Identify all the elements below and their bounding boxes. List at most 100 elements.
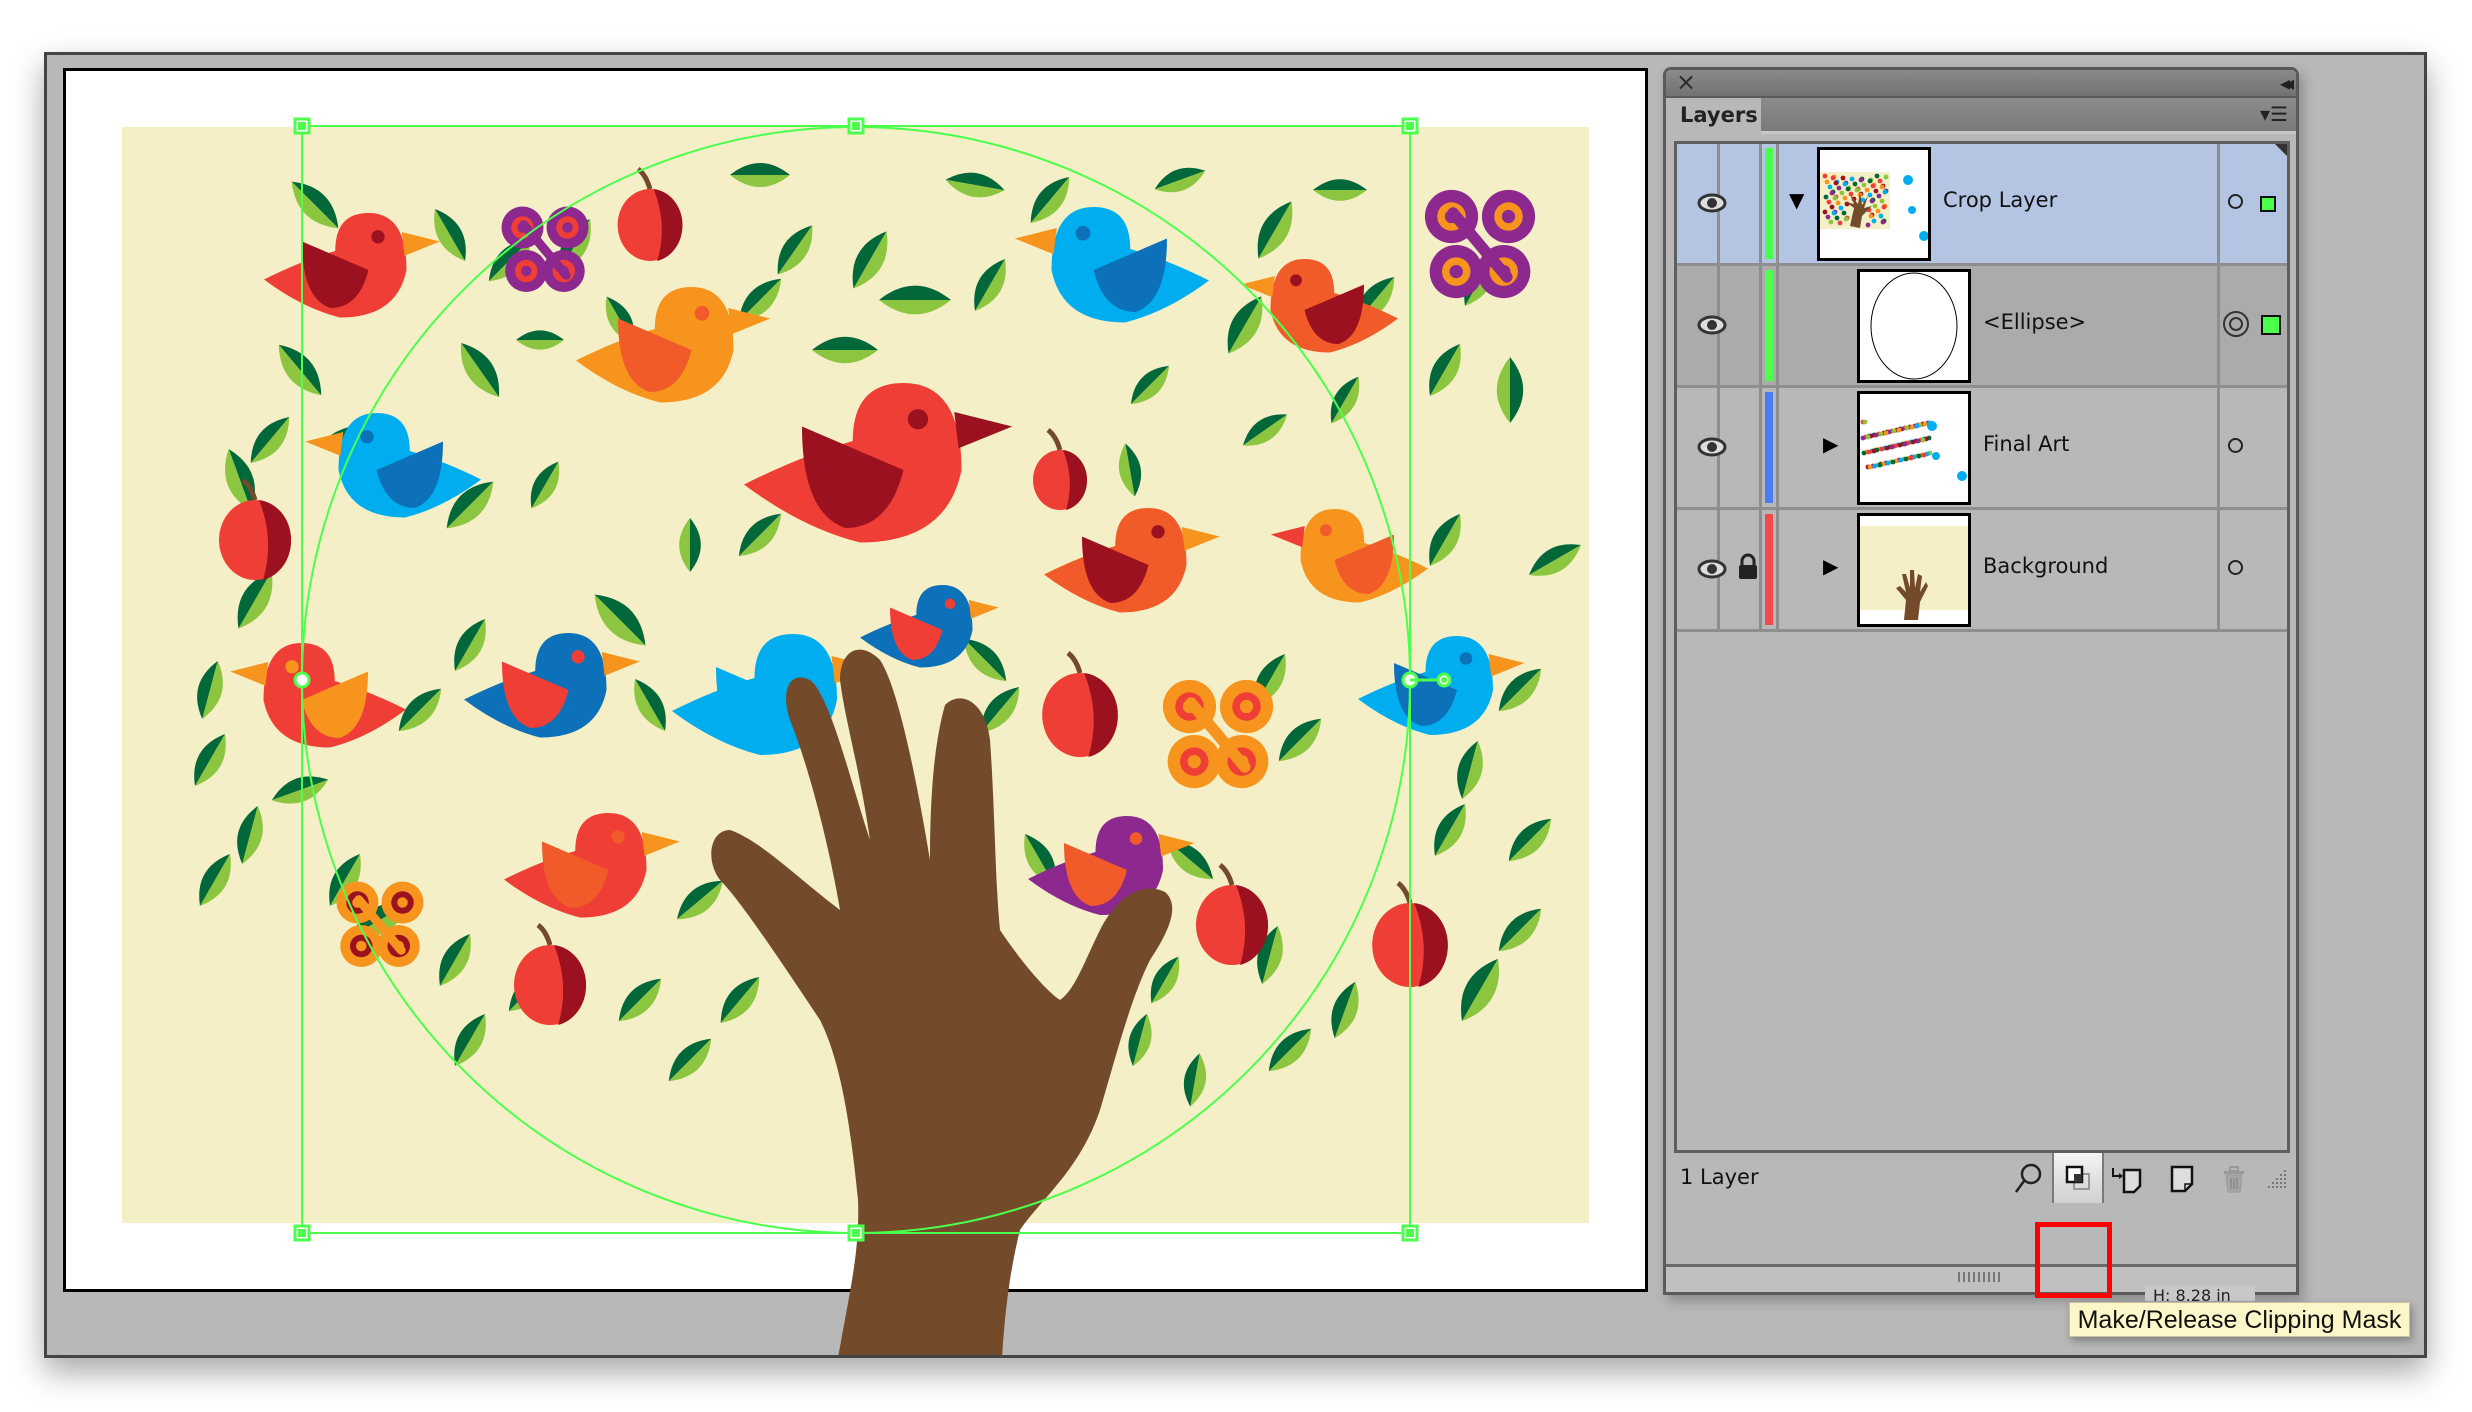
- layer-row-ellipse[interactable]: <Ellipse>: [1677, 266, 2287, 388]
- layer-row-background[interactable]: ▶ Background: [1677, 510, 2287, 632]
- thumbnail-dot: [1828, 219, 1834, 225]
- thumbnail-dot: [1861, 182, 1867, 188]
- eye-icon[interactable]: [1697, 310, 1727, 340]
- thumbnail-dot: [1884, 445, 1890, 451]
- thumbnail-dot: [1869, 198, 1875, 204]
- layers-list[interactable]: ▼ Crop Layer <Ellipse> ▶ Final Art ▶ Bac…: [1674, 141, 2290, 1153]
- thumbnail-dot: [1872, 203, 1878, 209]
- selection-indicator-icon[interactable]: [2260, 196, 2276, 212]
- layer-thumbnail: [1857, 513, 1971, 627]
- target-circle-icon[interactable]: [2228, 560, 2243, 575]
- thumbnail-dot: [1903, 456, 1909, 462]
- target-circle-icon[interactable]: [2228, 194, 2243, 209]
- thumbnail-dot: [1825, 214, 1831, 220]
- eye-icon[interactable]: [1697, 188, 1727, 218]
- thumbnail-dot: [1854, 187, 1860, 193]
- thumbnail-dot: [1836, 185, 1842, 191]
- layer-name[interactable]: <Ellipse>: [1983, 310, 2086, 334]
- tooltip: Make/Release Clipping Mask: [2069, 1302, 2410, 1337]
- thumbnail-dot: [1852, 181, 1858, 187]
- thumbnail-dot: [1858, 177, 1864, 183]
- layer-thumbnail: [1857, 391, 1971, 505]
- close-icon[interactable]: ×: [1676, 68, 1696, 96]
- double-chevron-left-icon[interactable]: ◂◂: [2280, 70, 2294, 96]
- panel-menu-icon[interactable]: ▾☰: [2260, 102, 2288, 126]
- thumbnail-dot: [1879, 198, 1885, 204]
- thumbnail-dot: [1878, 431, 1884, 437]
- thumbnail-dot: [1871, 448, 1877, 454]
- new-layer-icon[interactable]: [2162, 1159, 2202, 1199]
- thumbnail-dot: [1870, 183, 1876, 189]
- thumbnail-dot: [1898, 457, 1904, 463]
- scrollbar-grip[interactable]: [1958, 1272, 2002, 1282]
- thumbnail-dot: [1866, 449, 1872, 455]
- thumbnail-dot: [1829, 204, 1835, 210]
- layer-name[interactable]: Crop Layer: [1943, 188, 2057, 212]
- thumbnail-dot: [1881, 204, 1887, 210]
- layer-color-stripe: [1765, 514, 1773, 625]
- thumbnail-dot: [1835, 200, 1841, 206]
- thumbnail-dot: [1841, 210, 1847, 216]
- target-double-circle-icon[interactable]: [2223, 311, 2249, 337]
- thumbnail-dot: [1822, 209, 1828, 215]
- dimension-readout: H: 8.28 in: [2145, 1285, 2255, 1301]
- thumbnail-dot: [1897, 442, 1903, 448]
- tab-layers[interactable]: Layers: [1666, 98, 1761, 134]
- layers-panel: × ◂◂ Layers ▾☰ ▼ Crop Layer <Ellipse> ▶ …: [1663, 67, 2299, 1295]
- thumbnail-dot: [1865, 222, 1871, 228]
- layer-row-final-art[interactable]: ▶ Final Art: [1677, 388, 2287, 510]
- search-icon[interactable]: [2008, 1159, 2048, 1199]
- thumbnail-dot: [1889, 444, 1895, 450]
- panel-title-bar[interactable]: × ◂◂: [1666, 68, 2296, 98]
- selection-indicator-icon[interactable]: [2261, 315, 2281, 335]
- new-sublayer-icon[interactable]: [2106, 1159, 2146, 1199]
- thumbnail-dot: [1860, 435, 1866, 441]
- thumbnail-dot: [1822, 173, 1828, 179]
- clipping-mask-icon[interactable]: [2052, 1153, 2104, 1203]
- layer-row-crop-layer[interactable]: ▼ Crop Layer: [1677, 144, 2287, 266]
- thumbnail-dot: [1883, 174, 1889, 180]
- thumbnail-dot: [1871, 218, 1877, 224]
- current-layer-indicator-icon: [2275, 144, 2287, 156]
- thumbnail-dot: [1921, 452, 1927, 458]
- thumbnail-dot: [1867, 464, 1873, 470]
- trash-icon[interactable]: [2214, 1159, 2254, 1199]
- layer-name[interactable]: Background: [1983, 554, 2108, 578]
- thumbnail-dot: [1880, 219, 1886, 225]
- eye-icon[interactable]: [1697, 554, 1727, 584]
- layer-count: 1 Layer: [1680, 1165, 1759, 1189]
- thumbnail-dot: [1831, 210, 1837, 216]
- thumbnail-dot: [1873, 188, 1879, 194]
- thumbnail-dot: [1842, 195, 1848, 201]
- thumbnail-dot: [1823, 194, 1829, 200]
- thumbnail-dot: [1830, 175, 1836, 181]
- thumbnail-dot: [1842, 181, 1848, 187]
- thumbnail-dot: [1878, 213, 1884, 219]
- layer-color-stripe: [1765, 270, 1773, 381]
- thumbnail-dot: [1827, 184, 1833, 190]
- target-circle-icon[interactable]: [2228, 438, 2243, 453]
- thumbnail-dot: [1876, 193, 1882, 199]
- expand-triangle-down-icon[interactable]: ▼: [1789, 188, 1804, 212]
- thumbnail-dot: [1845, 186, 1851, 192]
- thumbnail-dot: [1865, 434, 1871, 440]
- eye-icon[interactable]: [1697, 432, 1727, 462]
- expand-triangle-right-icon[interactable]: ▶: [1823, 554, 1838, 578]
- thumbnail-dot: [1837, 220, 1843, 226]
- thumbnail-dot: [1867, 192, 1873, 198]
- expand-triangle-right-icon[interactable]: ▶: [1823, 432, 1838, 456]
- layer-color-stripe: [1765, 148, 1773, 259]
- thumbnail-dot: [1833, 180, 1839, 186]
- lock-icon[interactable]: [1737, 552, 1759, 582]
- thumbnail-dot: [1877, 462, 1883, 468]
- resize-grip-icon[interactable]: [2260, 1159, 2290, 1199]
- layer-name[interactable]: Final Art: [1983, 432, 2069, 456]
- artboard[interactable]: [63, 68, 1648, 1292]
- thumbnail-dot: [1910, 439, 1916, 445]
- thumbnail-dot: [1890, 459, 1896, 465]
- thumbnail-dot: [1873, 432, 1879, 438]
- thumbnail-dot: [1922, 421, 1928, 427]
- thumbnail-dot: [1877, 178, 1883, 184]
- thumbnail-dot: [1840, 175, 1846, 181]
- thumbnail-dot: [1868, 213, 1874, 219]
